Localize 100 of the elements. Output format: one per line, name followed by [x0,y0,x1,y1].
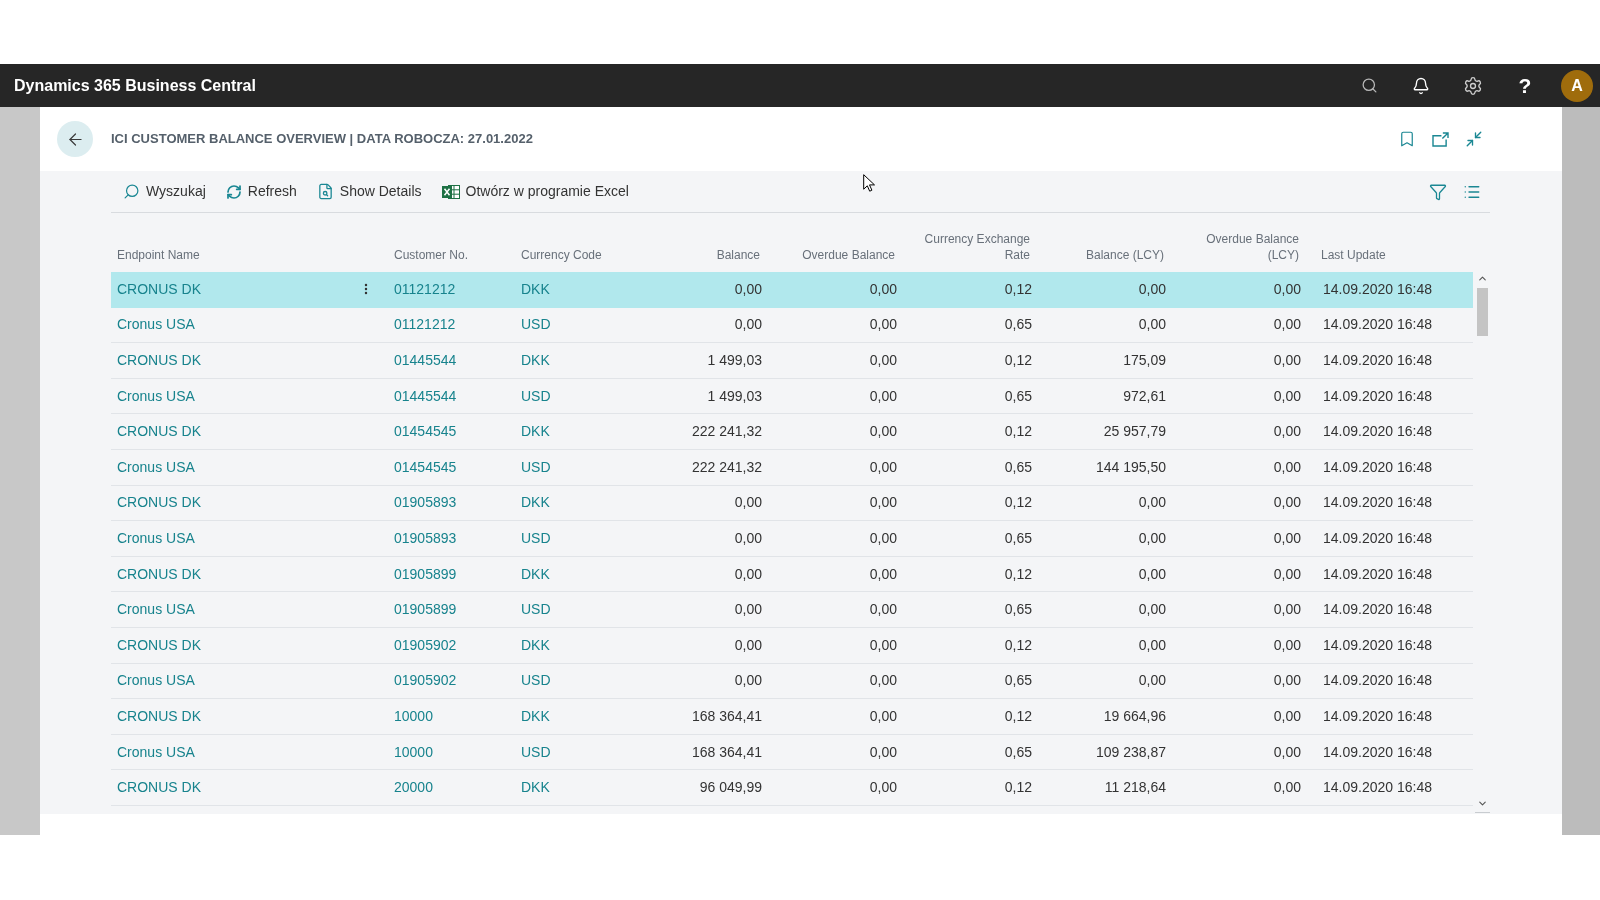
table-link[interactable]: USD [521,385,551,407]
table-row[interactable]: Cronus USA 01905893 USD 0,00 0,00 0,65 0,00 0,00 14.09.2020 16:48 [111,521,1473,557]
table-cell-text: 0,00 [869,671,897,691]
table-link[interactable]: CRONUS DK [117,350,201,371]
table-link[interactable]: DKK [521,634,550,656]
table-link[interactable]: Cronus USA [117,314,195,336]
table-cell-text: 0,00 [869,351,897,370]
column-header[interactable]: Currency Exchange Rate [918,231,1030,263]
filter-icon[interactable] [1429,182,1447,201]
table-cell-text: 14.09.2020 16:48 [1323,351,1432,370]
table-cell-text: 0,00 [869,493,897,513]
table-row[interactable]: Cronus USA 01445544 USD 1 499,03 0,00 0,65 972,61 0,00 14.09.2020 16:48 [111,378,1473,415]
table-link[interactable]: 01121212 [394,314,456,336]
table-link[interactable]: 20000 [394,777,433,799]
column-header[interactable]: Customer No. [394,247,469,263]
table-link[interactable]: DKK [521,350,550,371]
column-header[interactable]: Overdue Balance (LCY) [1187,231,1299,263]
table-link[interactable]: DKK [521,777,550,799]
table-row[interactable]: CRONUS DK 01905902 DKK 0,00 0,00 0,12 0,00 0,00 14.09.2020 16:48 [111,627,1473,664]
table-cell-text: 11 218,64 [1104,778,1166,798]
table-link[interactable]: DKK [521,563,550,585]
table-row[interactable]: CRONUS DK 01121212 DKK 0,00 0,00 0,12 0,00 0,00 14.09.2020 16:48 [111,272,1473,308]
help-button[interactable]: ? [1518,75,1532,96]
table-link[interactable]: CRONUS DK [117,777,201,799]
table-row[interactable]: Cronus USA 10000 USD 168 364,41 0,00 0,65 109 238,87 0,00 14.09.2020 16:48 [111,734,1473,771]
table-link[interactable]: Cronus USA [117,599,195,621]
settings-icon[interactable] [1463,75,1483,96]
column-header[interactable]: Balance [716,247,760,263]
table-row[interactable]: CRONUS DK 01905893 DKK 0,00 0,00 0,12 0,00 0,00 14.09.2020 16:48 [111,485,1473,522]
search-button[interactable]: Wyszukaj [123,181,206,202]
table-row[interactable]: CRONUS DK 01454545 DKK 222 241,32 0,00 0,12 25 957,79 0,00 14.09.2020 16:48 [111,414,1473,450]
avatar-button[interactable]: A [1561,69,1593,102]
document-search-icon [316,183,334,200]
table-link[interactable]: DKK [521,492,550,514]
table-link[interactable]: USD [521,741,551,763]
table-link[interactable]: 01905893 [394,527,457,549]
open-in-window-icon[interactable] [1432,131,1449,147]
table-link[interactable]: 01454545 [394,456,457,478]
table-link[interactable]: USD [521,599,551,621]
column-header[interactable]: Last Update [1321,247,1386,263]
table-link[interactable]: Cronus USA [117,670,195,692]
table-link[interactable]: 01905902 [394,634,457,656]
table-cell-text: 0,00 [1273,778,1301,798]
table-cell-text: 14.09.2020 16:48 [1323,422,1432,442]
table-row[interactable]: Cronus USA 01121212 USD 0,00 0,00 0,65 0,00 0,00 14.09.2020 16:48 [111,307,1473,344]
table-cell-text: 0,00 [869,564,897,584]
table-link[interactable]: 01905899 [394,599,457,621]
table-link[interactable]: Cronus USA [117,456,195,478]
table-link[interactable]: CRONUS DK [117,634,201,656]
table-link[interactable]: CRONUS DK [117,705,201,727]
table-link[interactable]: USD [521,314,551,336]
table-cell-text: 0,12 [1004,422,1032,442]
table-link[interactable]: CRONUS DK [117,563,201,585]
table-row[interactable]: CRONUS DK 01445544 DKK 1 499,03 0,00 0,12 175,09 0,00 14.09.2020 16:48 [111,343,1473,379]
table-cell-text: 144 195,50 [1095,457,1166,477]
table-link[interactable]: 01905902 [394,670,457,692]
scroll-down-icon[interactable] [1477,798,1488,809]
table-row[interactable]: Cronus USA 01905902 USD 0,00 0,00 0,65 0,00 0,00 14.09.2020 16:48 [111,663,1473,700]
table-link[interactable]: CRONUS DK [117,278,201,300]
bookmark-icon[interactable] [1398,130,1416,148]
table-link[interactable]: 01905899 [394,563,457,585]
refresh-button[interactable]: Refresh [225,181,297,202]
table-link[interactable]: Cronus USA [117,385,195,407]
collapse-icon[interactable] [1465,130,1483,148]
table-cell-text: 0,00 [734,315,762,335]
table-row[interactable]: CRONUS DK 10000 DKK 168 364,41 0,00 0,12 19 664,96 0,00 14.09.2020 16:48 [111,699,1473,735]
table-link[interactable]: DKK [521,421,550,443]
open-in-excel-button[interactable]: Otwórz w programie Excel [441,181,629,202]
table-cell-text: 14.09.2020 16:48 [1323,528,1432,548]
table-link[interactable]: USD [521,456,551,478]
scrollbar-thumb[interactable] [1477,288,1488,336]
table-link[interactable]: 01905893 [394,492,457,514]
table-link[interactable]: CRONUS DK [117,492,201,514]
table-row[interactable]: Cronus USA 01454545 USD 222 241,32 0,00 0,65 144 195,50 0,00 14.09.2020 16:48 [111,449,1473,486]
column-header[interactable]: Currency Code [521,247,602,263]
table-row[interactable]: CRONUS DK 20000 DKK 96 049,99 0,00 0,12 11 218,64 0,00 14.09.2020 16:48 [111,770,1473,806]
table-cell-text: 0,12 [1004,564,1032,584]
table-link[interactable]: 01445544 [394,385,457,407]
table-link[interactable]: 01121212 [394,278,456,300]
table-link[interactable]: 01454545 [394,421,457,443]
table-link[interactable]: 01445544 [394,350,457,371]
table-row[interactable]: CRONUS DK 01905899 DKK 0,00 0,00 0,12 0,00 0,00 14.09.2020 16:48 [111,556,1473,593]
column-header[interactable]: Endpoint Name [117,247,200,263]
table-link[interactable]: Cronus USA [117,741,195,763]
column-header[interactable]: Balance (LCY) [1085,247,1164,263]
table-link[interactable]: Cronus USA [117,527,195,549]
table-link[interactable]: 10000 [394,705,433,727]
table-link[interactable]: DKK [521,705,550,727]
back-button[interactable] [57,121,93,157]
table-cell-text: 0,00 [734,528,762,548]
column-header[interactable]: Overdue Balance [802,247,895,263]
table-link[interactable]: USD [521,527,551,549]
show-details-button[interactable]: Show Details [316,181,422,202]
table-link[interactable]: USD [521,670,551,692]
bell-icon[interactable] [1412,76,1430,95]
table-link[interactable]: DKK [521,278,550,300]
table-row[interactable]: Cronus USA 01905899 USD 0,00 0,00 0,65 0,00 0,00 14.09.2020 16:48 [111,592,1473,628]
table-link[interactable]: CRONUS DK [117,421,201,443]
search-icon[interactable] [1360,77,1378,94]
table-link[interactable]: 10000 [394,741,433,763]
